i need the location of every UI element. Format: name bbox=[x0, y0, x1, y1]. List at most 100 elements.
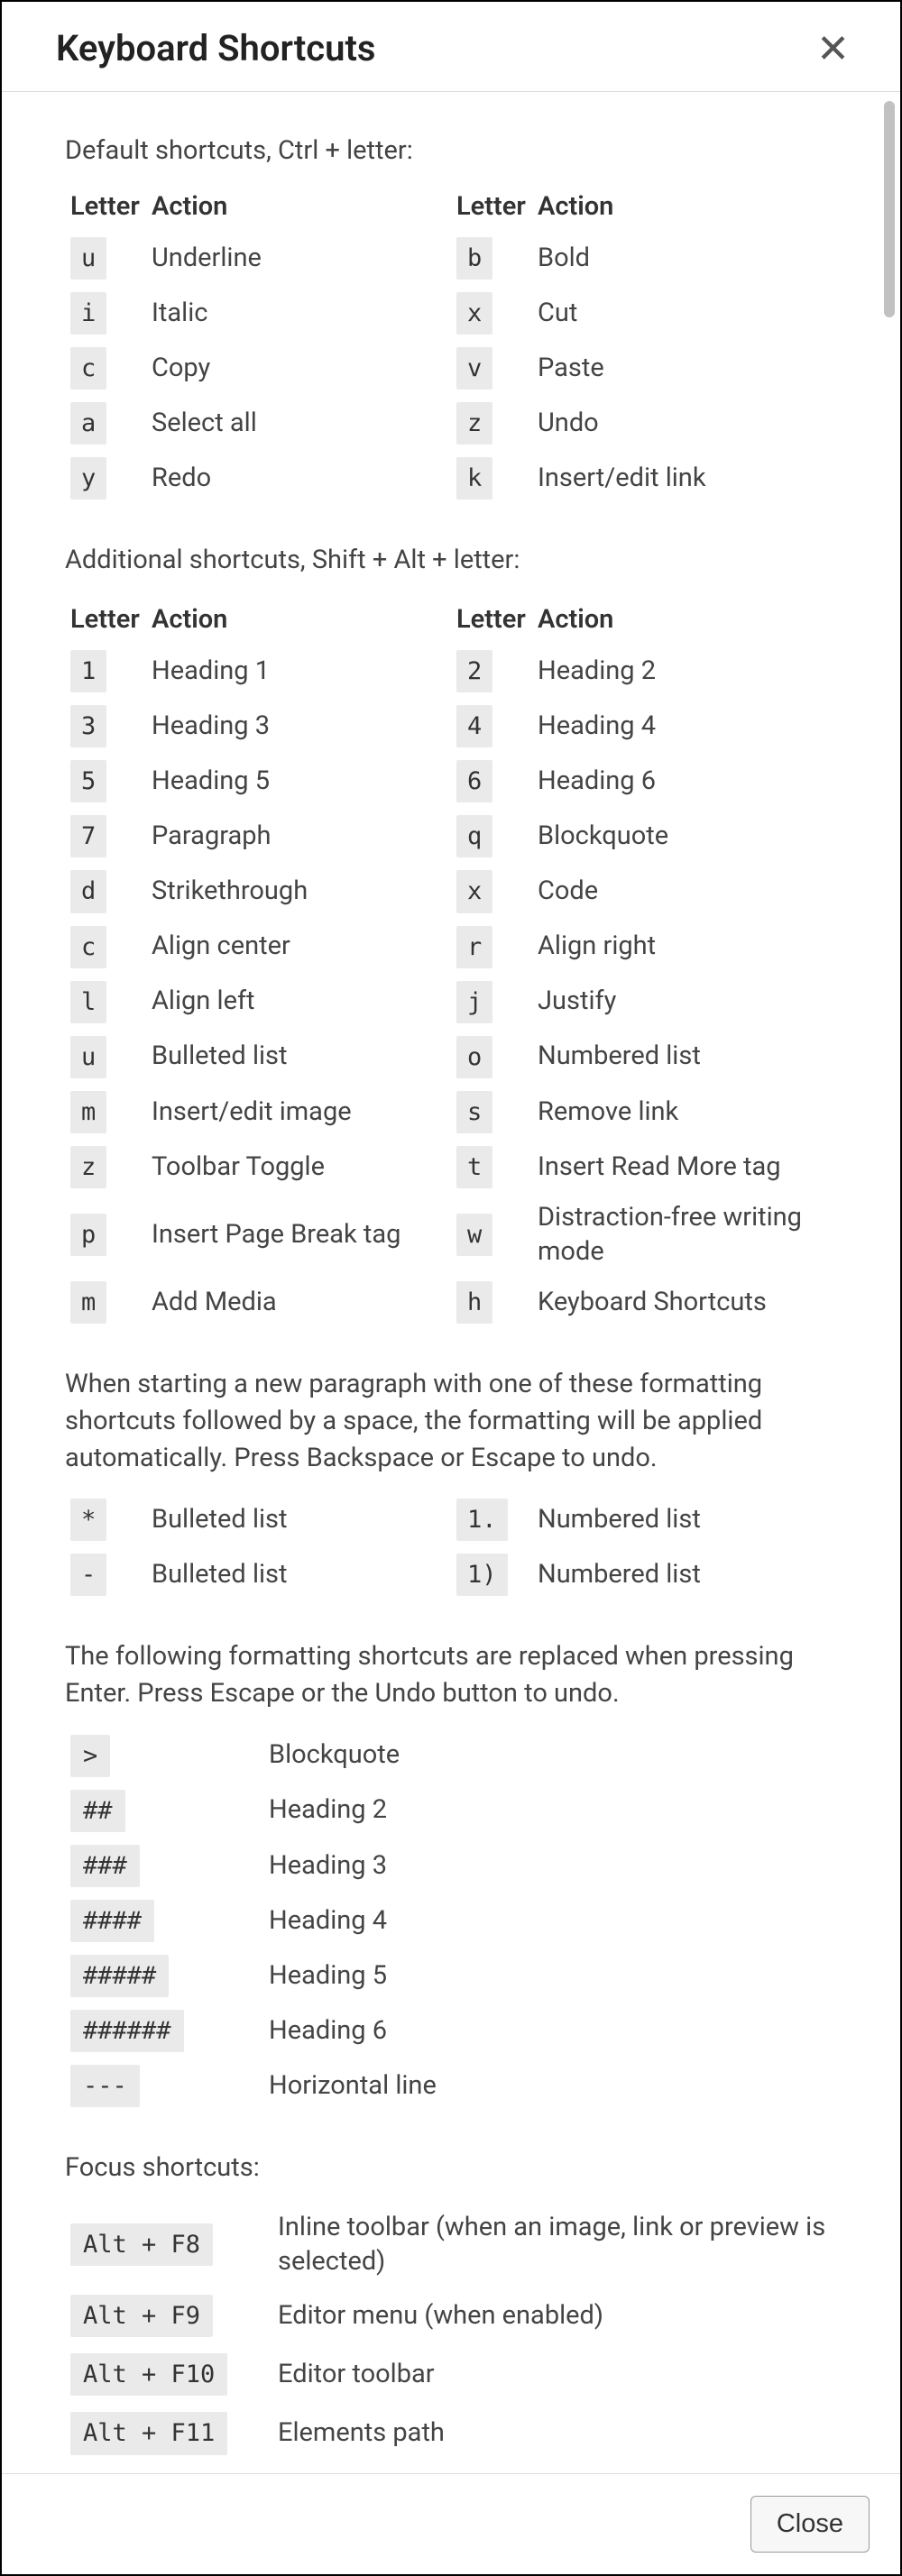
action: Heading 1 bbox=[146, 644, 451, 699]
key: z bbox=[456, 402, 492, 445]
key: u bbox=[70, 1036, 106, 1078]
key: ###### bbox=[70, 2010, 184, 2052]
key: m bbox=[70, 1091, 106, 1133]
table-row: cCopyvPaste bbox=[65, 341, 837, 396]
modal-title: Keyboard Shortcuts bbox=[56, 27, 375, 69]
table-row: mAdd MediahKeyboard Shortcuts bbox=[65, 1275, 837, 1330]
default-shortcuts-label: Default shortcuts, Ctrl + letter: bbox=[65, 135, 837, 166]
action: Insert Page Break tag bbox=[146, 1195, 451, 1275]
action: Elements path bbox=[272, 2404, 837, 2462]
action: Heading 5 bbox=[263, 1948, 837, 2003]
key: h bbox=[456, 1281, 492, 1324]
key: 4 bbox=[456, 705, 492, 747]
table-row: 7ParagraphqBlockquote bbox=[65, 809, 837, 864]
key: * bbox=[70, 1499, 106, 1541]
key: ### bbox=[70, 1845, 140, 1887]
col-action: Action bbox=[532, 182, 837, 231]
action: Numbered list bbox=[532, 1492, 837, 1547]
action: Bulleted list bbox=[146, 1030, 451, 1085]
action: Heading 6 bbox=[263, 2003, 837, 2058]
key: c bbox=[70, 926, 106, 968]
action: Keyboard Shortcuts bbox=[532, 1275, 837, 1330]
action: Paragraph bbox=[146, 809, 451, 864]
key: x bbox=[456, 870, 492, 912]
modal-body-wrap: Default shortcuts, Ctrl + letter: Letter… bbox=[2, 92, 900, 2473]
key: 6 bbox=[456, 760, 492, 802]
default-shortcuts-table: Letter Action Letter Action uUnderlinebB… bbox=[65, 182, 837, 506]
col-letter: Letter bbox=[65, 182, 146, 231]
action: Redo bbox=[146, 451, 451, 506]
key: d bbox=[70, 870, 106, 912]
action: Strikethrough bbox=[146, 864, 451, 919]
action: Align right bbox=[532, 920, 837, 975]
action: Heading 4 bbox=[532, 699, 837, 754]
table-row: --- Horizontal line bbox=[65, 2058, 837, 2113]
action: Undo bbox=[532, 396, 837, 451]
table-row: ####Heading 4 bbox=[65, 1893, 837, 1948]
key: t bbox=[456, 1146, 492, 1188]
table-row: *Bulleted list1.Numbered list bbox=[65, 1492, 837, 1547]
action: Insert Read More tag bbox=[532, 1140, 837, 1195]
col-action: Action bbox=[146, 182, 451, 231]
key: - bbox=[70, 1554, 106, 1596]
key: Alt + F11 bbox=[70, 2412, 227, 2454]
table-row: ###### Heading 6 bbox=[65, 2003, 837, 2058]
action: Horizontal line bbox=[263, 2058, 837, 2113]
key: 1 bbox=[70, 650, 106, 692]
formatting-space-table: *Bulleted list1.Numbered list -Bulleted … bbox=[65, 1492, 837, 1602]
key: 1) bbox=[456, 1554, 508, 1596]
table-row: 5Heading 56Heading 6 bbox=[65, 754, 837, 809]
key: > bbox=[70, 1735, 110, 1777]
action: Add Media bbox=[146, 1275, 451, 1330]
table-row: uBulleted listoNumbered list bbox=[65, 1030, 837, 1085]
table-row: ##### Heading 5 bbox=[65, 1948, 837, 2003]
action: Italic bbox=[146, 286, 451, 341]
key: Alt + F8 bbox=[70, 2223, 213, 2266]
key: #### bbox=[70, 1900, 154, 1942]
key: k bbox=[456, 457, 492, 500]
key: o bbox=[456, 1036, 492, 1078]
focus-shortcuts-label: Focus shortcuts: bbox=[65, 2150, 837, 2186]
key: Alt + F9 bbox=[70, 2295, 213, 2337]
action: Heading 2 bbox=[532, 644, 837, 699]
key: --- bbox=[70, 2065, 140, 2107]
key: p bbox=[70, 1214, 106, 1256]
table-row: pInsert Page Break tagwDistraction-free … bbox=[65, 1195, 837, 1275]
action: Code bbox=[532, 864, 837, 919]
key: c bbox=[70, 347, 106, 390]
action: Insert/edit link bbox=[532, 451, 837, 506]
action: Cut bbox=[532, 286, 837, 341]
key: ##### bbox=[70, 1955, 169, 1997]
action: Heading 3 bbox=[146, 699, 451, 754]
table-row: 1 Heading 12 Heading 2 bbox=[65, 644, 837, 699]
close-icon[interactable]: ✕ bbox=[816, 29, 850, 69]
key: l bbox=[70, 981, 106, 1023]
action: Bulleted list bbox=[146, 1492, 451, 1547]
action: Blockquote bbox=[263, 1728, 837, 1783]
key: v bbox=[456, 347, 492, 390]
key: i bbox=[70, 292, 106, 335]
action: Bulleted list bbox=[146, 1547, 451, 1602]
col-action: Action bbox=[146, 595, 451, 644]
close-button[interactable]: Close bbox=[750, 2496, 870, 2553]
key: r bbox=[456, 926, 492, 968]
table-row: lAlign leftjJustify bbox=[65, 975, 837, 1030]
table-row: zToolbar ToggletInsert Read More tag bbox=[65, 1140, 837, 1195]
formatting-space-label: When starting a new paragraph with one o… bbox=[65, 1366, 837, 1476]
key: x bbox=[456, 292, 492, 335]
action: Bold bbox=[532, 231, 837, 286]
table-row: Alt + F10Editor toolbar bbox=[65, 2345, 837, 2404]
table-row: > Blockquote bbox=[65, 1728, 837, 1783]
col-letter: Letter bbox=[451, 182, 532, 231]
key: 2 bbox=[456, 650, 492, 692]
table-row: ##Heading 2 bbox=[65, 1783, 837, 1838]
modal-body: Default shortcuts, Ctrl + letter: Letter… bbox=[2, 92, 900, 2473]
focus-shortcuts-table: Alt + F8Inline toolbar (when an image, l… bbox=[65, 2203, 837, 2463]
scrollbar-thumb[interactable] bbox=[884, 101, 895, 317]
key: u bbox=[70, 237, 106, 280]
table-row: mInsert/edit imagesRemove link bbox=[65, 1085, 837, 1140]
action: Justify bbox=[532, 975, 837, 1030]
table-row: Alt + F8Inline toolbar (when an image, l… bbox=[65, 2203, 837, 2287]
table-row: d Strikethroughx Code bbox=[65, 864, 837, 919]
action: Distraction-free writing mode bbox=[532, 1195, 837, 1275]
